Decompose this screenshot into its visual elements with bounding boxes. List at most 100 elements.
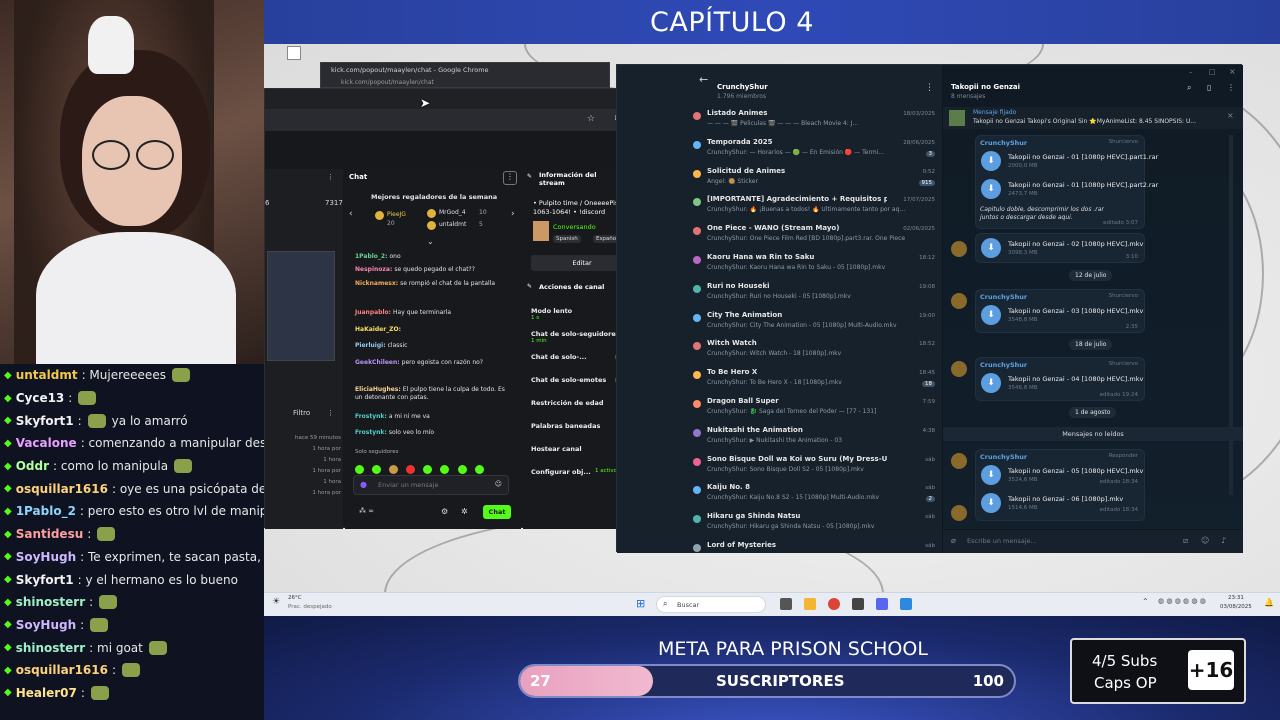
chrome-icon[interactable] [828,598,840,610]
kick-chat-username[interactable]: Juanpablo: [355,309,391,316]
chat-input-placeholder[interactable]: Enviar un mensaje [378,481,439,489]
telegram-topic[interactable]: Witch Watch CrunchyShur: Witch Watch - 18… [693,339,935,368]
taskbar-search-text[interactable]: Buscar [677,601,699,609]
telegram-topic[interactable]: Hikaru ga Shinda Natsu CrunchyShur: Hikar… [693,512,935,541]
kick-chat-username[interactable]: Frostynk: [355,413,387,420]
settings-icon[interactable]: ✲ [461,507,468,516]
commands-icon[interactable]: ⧄ [1183,536,1188,546]
chrome-tab-title[interactable]: kick.com/popout/maaylen/chat - Google Ch… [331,66,489,74]
avatar[interactable] [951,361,967,377]
window-close-icon[interactable]: × [1229,67,1236,76]
search-icon[interactable]: ⌕ [1187,83,1191,93]
file-name[interactable]: Takopii no Genzai - 01 [1080p HEVC].part… [1008,153,1158,161]
notification-icon[interactable]: 🔔 [1264,598,1274,607]
gifter-name[interactable]: PieeJG [387,211,406,218]
telegram-topic[interactable]: Listado Animes — — — 🎬 Peliculas 🎬 — — — … [693,109,935,138]
telegram-topic[interactable]: One Piece - WANO (Stream Mayo) CrunchyShu… [693,224,935,253]
file-download-icon[interactable]: ⬇ [981,151,1001,171]
microphone-icon[interactable]: ♪ [1221,536,1226,545]
telegram-topic[interactable]: Sono Bisque Doll wa Koi wo Suru (My Dres… [693,455,935,484]
scrollbar[interactable] [1229,135,1233,495]
file-name[interactable]: Takopii no Genzai - 06 [1080p].mkv [1008,495,1123,503]
message-bubble[interactable]: ⬇ Takopii no Genzai - 02 [1080p HEVC].mkv… [975,233,1145,263]
unpin-close-icon[interactable]: × [1227,111,1234,120]
task-view-icon[interactable] [780,598,792,610]
kick-chat-username[interactable]: Nespinoza: [355,266,392,273]
telegram-topic[interactable]: City The Animation CrunchyShur: City The … [693,311,935,340]
telegram-topic[interactable]: Dragon Ball Super CrunchyShur: 🐉 Saga del… [693,397,935,426]
telegram-topic[interactable]: Kaiju No. 8 CrunchyShur: Kaiju No.8 S2 - … [693,483,935,512]
panel-menu-icon[interactable]: ⋮ [327,173,334,181]
back-arrow-icon[interactable]: ← [699,73,708,86]
chrome-address[interactable]: kick.com/popout/maaylen/chat [341,79,434,86]
category-name[interactable]: Conversando [553,223,596,231]
gifter-name[interactable]: MrGod_4 [439,209,466,216]
emoji-icon[interactable]: ☺ [1201,536,1209,545]
file-download-icon[interactable]: ⬇ [981,493,1001,513]
file-download-icon[interactable]: ⬇ [981,179,1001,199]
folder-icon[interactable] [804,598,816,610]
telegram-topic[interactable]: Kaoru Hana wa Rin to Saku CrunchyShur: Ka… [693,253,935,282]
file-download-icon[interactable]: ⬇ [981,238,1001,258]
infinity-icon[interactable]: ⁂ ∞ [359,507,374,515]
message-author[interactable]: CrunchyShur [980,361,1027,369]
kick-chat-username[interactable]: GeekChileen: [355,359,400,366]
message-input-placeholder[interactable]: Escribe un mensaje... [967,537,1037,545]
obs-icon[interactable] [852,598,864,610]
tray-chevron-icon[interactable]: ⌃ [1142,597,1149,606]
message-bubble[interactable]: CrunchyShur Responder ⬇ Takopii no Genzai -… [975,449,1145,521]
kick-chat-username[interactable]: Pierluigi: [355,342,386,349]
file-name[interactable]: Takopii no Genzai - 02 [1080p HEVC].mkv [1008,240,1143,248]
telegram-topic[interactable]: Solicitud de Animes Angel: 🥘 Sticker 0:52 9… [693,167,935,196]
telegram-topic[interactable]: [IMPORTANTE] Agradecimiento + Requisitos… [693,195,935,224]
emoji-icon[interactable]: ☺ [495,480,502,488]
chevron-right-icon[interactable]: › [511,209,515,219]
chat-input[interactable]: ● Enviar un mensaje ☺ [353,475,509,495]
chat-menu-icon[interactable]: ⋮ [503,171,517,185]
message-bubble[interactable]: CrunchyShur Shurciervo ⬇ Takopii no Genzai … [975,289,1145,333]
star-icon[interactable]: ☆ [587,114,595,124]
send-chat-button[interactable]: Chat [483,505,511,519]
weather-temp[interactable]: 26°C [288,595,302,601]
kick-chat-username[interactable]: HaKaider_ZO: [355,326,401,333]
file-download-icon[interactable]: ⬇ [981,465,1001,485]
kick-chat-username[interactable]: Nicknamesx: [355,280,398,287]
microphone-icon[interactable]: ● [360,480,367,489]
weather-text[interactable]: Prac. despejado [288,604,332,610]
clock-time[interactable]: 23:31 [1228,595,1244,601]
kick-chat-username[interactable]: Frostynk: [355,429,387,436]
chrome-window-back[interactable]: kick.com/popout/maaylen/chat - Google Ch… [320,62,610,88]
telegram-topic[interactable]: To Be Hero X CrunchyShur: To Be Hero X - … [693,368,935,397]
avatar[interactable] [951,505,967,521]
window-maximize-icon[interactable]: □ [1209,68,1216,76]
message-bubble[interactable]: CrunchyShur Shurciervo ⬇ Takopii no Genzai … [975,135,1158,229]
telegram-topic[interactable]: Nukitashi the Animation CrunchyShur: ▶ Nu… [693,426,935,455]
chevron-left-icon[interactable]: ‹ [349,209,353,219]
chevron-down-icon[interactable]: ⌄ [427,237,434,246]
emote-bar[interactable] [355,459,505,474]
message-composer[interactable]: ⌀ Escribe un mensaje... ⧄ ☺ ♪ [943,529,1243,553]
clock-date[interactable]: 03/08/2025 [1220,604,1252,610]
channel-menu-icon[interactable]: ⋮ [925,83,934,93]
message-author[interactable]: CrunchyShur [980,139,1027,147]
window-minimize-icon[interactable]: – [1189,68,1193,76]
file-download-icon[interactable]: ⬇ [981,373,1001,393]
telegram-topic[interactable]: Lord of Mysteries sáb [693,541,935,570]
taskbar-search[interactable]: ⌕ Buscar [656,596,766,613]
telegram-topic[interactable]: Ruri no Houseki CrunchyShur: Ruri no Hous… [693,282,935,311]
attach-icon[interactable]: ⌀ [951,536,956,545]
tag-spanish[interactable]: Spanish [553,235,581,243]
gifter-name[interactable]: untaldmt [439,221,466,228]
gear-icon[interactable]: ⚙ [441,507,448,516]
file-name[interactable]: Takopii no Genzai - 04 [1080p HEVC].mkv [1008,375,1143,383]
pinned-message-bar[interactable]: Mensaje fijado Takopii no Genzai Takopi'… [943,107,1243,129]
sidebar-icon[interactable]: ▯ [1207,83,1211,92]
discord-icon[interactable] [876,598,888,610]
kick-chat-username[interactable]: 1Pablo_2: [355,253,388,260]
file-name[interactable]: Takopii no Genzai - 05 [1080p HEVC].mkv [1008,467,1143,475]
file-name[interactable]: Takopii no Genzai - 01 [1080p HEVC].part… [1008,181,1158,189]
avatar[interactable] [951,453,967,469]
message-author[interactable]: CrunchyShur [980,453,1027,461]
weather-icon[interactable]: ☀ [272,597,280,607]
message-bubble[interactable]: CrunchyShur Shurciervo ⬇ Takopii no Genzai … [975,357,1145,401]
